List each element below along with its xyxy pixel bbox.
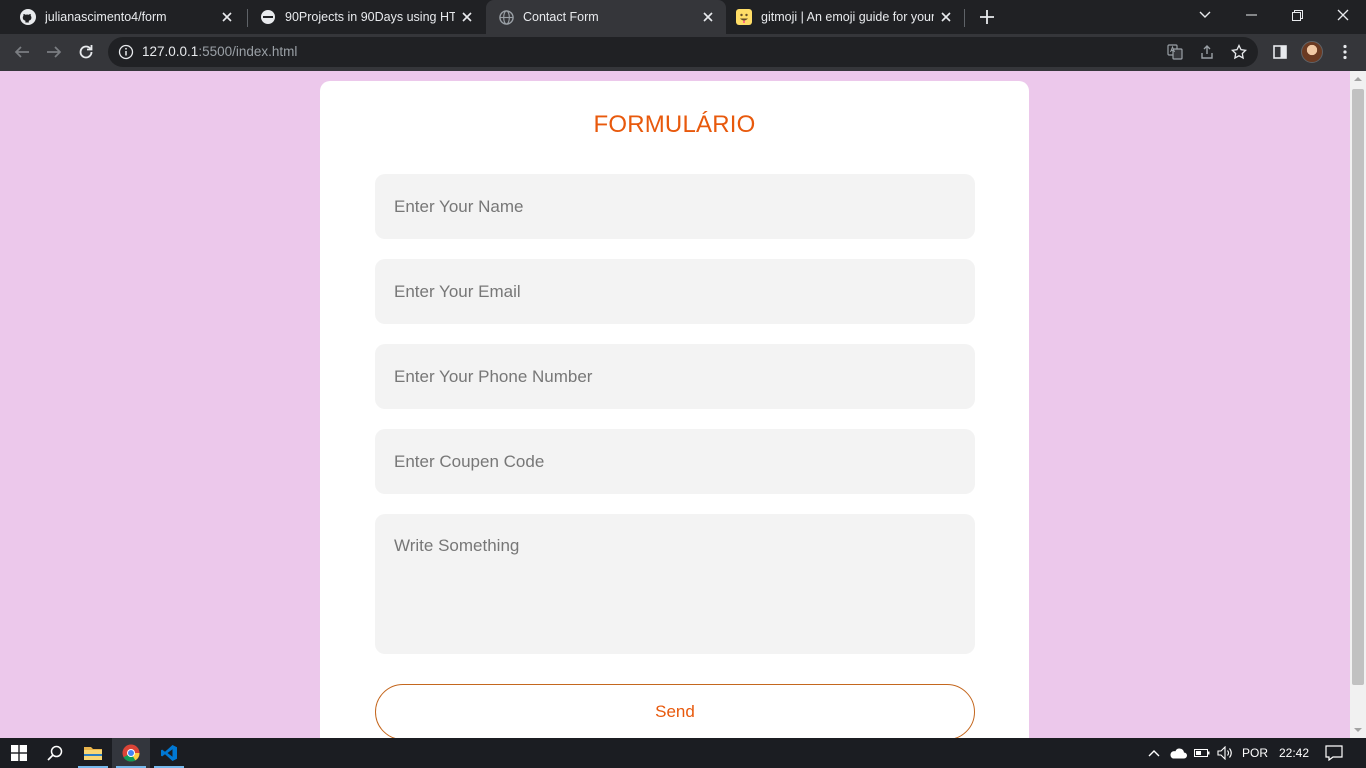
tab-title: julianascimento4/form	[45, 10, 167, 24]
close-window-button[interactable]	[1320, 0, 1366, 30]
tab-90projects[interactable]: 90Projects in 90Days using HTML	[240, 0, 485, 34]
page-scrollbar[interactable]	[1350, 71, 1366, 738]
url-host: 127.0.0.1	[142, 44, 199, 59]
phone-input[interactable]	[375, 344, 975, 409]
scroll-up-icon[interactable]	[1354, 75, 1362, 83]
coupon-input[interactable]	[375, 429, 975, 494]
file-explorer-button[interactable]	[74, 738, 112, 768]
restore-icon	[1291, 9, 1303, 21]
restore-button[interactable]	[1274, 0, 1320, 30]
start-button[interactable]	[0, 738, 38, 768]
tab-strip: julianascimento4/form 90Projects in 90Da…	[0, 0, 1366, 34]
search-icon	[47, 745, 63, 761]
tab-title: 90Projects in 90Days using HTML	[285, 10, 455, 24]
email-input[interactable]	[375, 259, 975, 324]
address-url[interactable]: 127.0.0.1:5500/index.html	[142, 44, 297, 59]
site-icon	[260, 9, 276, 25]
send-button[interactable]: Send	[375, 684, 975, 738]
new-tab-button[interactable]	[975, 5, 999, 29]
onedrive-icon[interactable]	[1167, 738, 1189, 768]
tab-title: gitmoji | An emoji guide for your	[761, 10, 934, 24]
tab-contact-form[interactable]: Contact Form	[486, 0, 726, 34]
message-textarea[interactable]	[375, 514, 975, 654]
windows-logo-icon	[11, 745, 27, 761]
minimize-button[interactable]	[1228, 0, 1274, 30]
chrome-taskbar-button[interactable]	[112, 738, 150, 768]
globe-icon	[498, 9, 514, 25]
plus-icon	[980, 10, 994, 24]
arrow-left-icon	[14, 46, 29, 58]
browser-menu-button[interactable]	[1331, 38, 1359, 66]
arrow-right-icon	[47, 46, 62, 58]
chrome-icon	[122, 744, 140, 762]
folder-icon	[84, 747, 102, 760]
close-tab-icon[interactable]	[215, 5, 239, 29]
volume-icon[interactable]	[1214, 738, 1236, 768]
minimize-icon	[1245, 14, 1257, 16]
clock[interactable]: 22:42	[1274, 738, 1314, 768]
info-icon[interactable]	[118, 44, 134, 60]
side-panel-icon	[1273, 45, 1287, 59]
profile-avatar[interactable]	[1301, 41, 1323, 63]
forward-button[interactable]	[40, 38, 68, 66]
github-icon	[20, 9, 36, 25]
tab-github-form[interactable]: julianascimento4/form	[0, 0, 245, 34]
tab-title: Contact Form	[523, 10, 599, 24]
name-input[interactable]	[375, 174, 975, 239]
close-icon	[1337, 9, 1349, 21]
windows-taskbar: POR 22:42	[0, 738, 1366, 768]
close-tab-icon[interactable]	[934, 5, 958, 29]
scroll-down-icon[interactable]	[1354, 726, 1362, 734]
more-vertical-icon	[1343, 44, 1347, 60]
tab-search-button[interactable]	[1182, 0, 1228, 30]
reload-icon	[79, 45, 93, 59]
address-bar[interactable]: 127.0.0.1:5500/index.html	[108, 37, 1258, 67]
battery-icon[interactable]	[1192, 738, 1212, 768]
bookmark-star-icon[interactable]	[1229, 42, 1249, 62]
tab-divider	[964, 9, 965, 27]
chevron-up-icon	[1148, 750, 1160, 757]
chevron-down-icon	[1199, 11, 1211, 18]
vscode-icon	[161, 745, 177, 761]
form-card: FORMULÁRIO Send	[320, 81, 1029, 738]
back-button[interactable]	[8, 38, 36, 66]
gitmoji-icon	[736, 9, 752, 25]
page-viewport: FORMULÁRIO Send	[0, 71, 1350, 738]
show-hidden-icons[interactable]	[1144, 738, 1164, 768]
vscode-taskbar-button[interactable]	[150, 738, 188, 768]
tab-gitmoji[interactable]: gitmoji | An emoji guide for your	[716, 0, 964, 34]
reload-button[interactable]	[72, 38, 100, 66]
notifications-icon[interactable]	[1320, 738, 1348, 768]
side-panel-button[interactable]	[1266, 38, 1294, 66]
share-icon[interactable]	[1197, 42, 1217, 62]
browser-toolbar: 127.0.0.1:5500/index.html	[0, 34, 1366, 71]
url-path: :5500/index.html	[198, 44, 298, 59]
translate-icon[interactable]	[1165, 42, 1185, 62]
scrollbar-thumb[interactable]	[1352, 89, 1364, 685]
form-title: FORMULÁRIO	[593, 111, 756, 138]
input-language[interactable]: POR	[1238, 738, 1272, 768]
close-tab-icon[interactable]	[455, 5, 479, 29]
search-button[interactable]	[36, 738, 74, 768]
